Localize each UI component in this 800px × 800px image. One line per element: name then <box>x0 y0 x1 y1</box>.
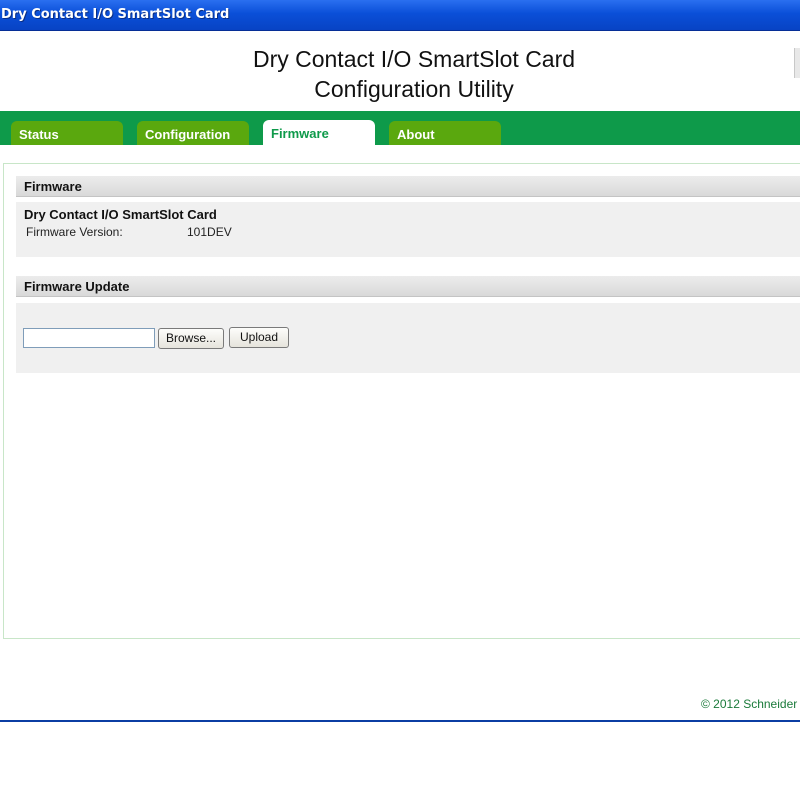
firmware-version-value: 101DEV <box>187 225 232 239</box>
copyright-footer: © 2012 Schneider <box>701 697 798 711</box>
window-titlebar: Dry Contact I/O SmartSlot Card <box>0 0 800 31</box>
firmware-update-section-header: Firmware Update <box>16 276 800 297</box>
tab-configuration[interactable]: Configuration <box>137 121 249 145</box>
window-title: Dry Contact I/O SmartSlot Card <box>1 7 230 22</box>
file-path-input[interactable] <box>23 328 155 348</box>
page-title-line1: Dry Contact I/O SmartSlot Card <box>252 46 576 72</box>
firmware-version-label: Firmware Version: <box>26 225 123 239</box>
tab-firmware[interactable]: Firmware <box>263 120 375 145</box>
upload-button[interactable]: Upload <box>229 327 289 348</box>
firmware-section-header: Firmware <box>16 176 800 197</box>
card-name: Dry Contact I/O SmartSlot Card <box>24 207 217 222</box>
tab-bar: Status Configuration Firmware About <box>0 111 800 145</box>
tab-status[interactable]: Status <box>11 121 123 145</box>
page-title-line2: Configuration Utility <box>314 76 514 102</box>
tab-about[interactable]: About <box>389 121 501 145</box>
bottom-divider <box>0 720 800 722</box>
browse-button[interactable]: Browse... <box>158 328 224 349</box>
page-title: Dry Contact I/O SmartSlot Card Configura… <box>0 44 800 104</box>
